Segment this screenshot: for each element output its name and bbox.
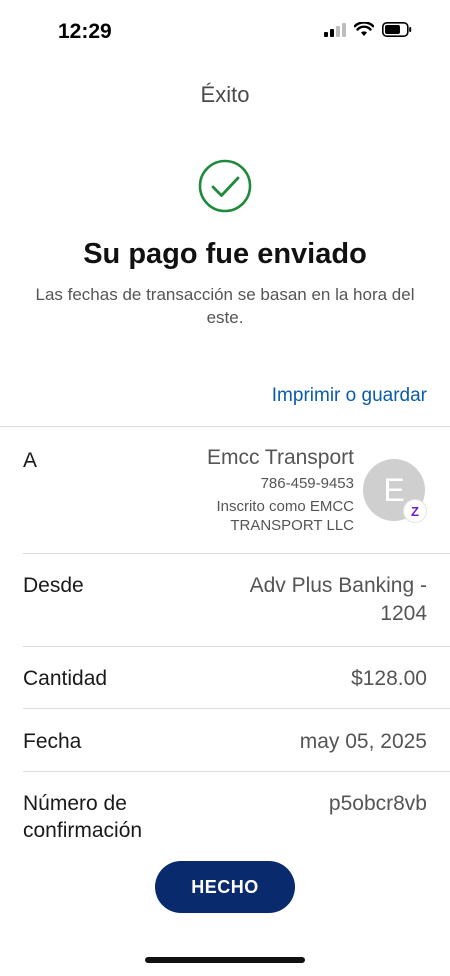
from-account-line1: Adv Plus Banking - — [249, 574, 427, 597]
date-label: Fecha — [23, 730, 82, 753]
confirmation-label-line1: Número de — [23, 792, 127, 815]
from-label: Desde — [23, 574, 84, 597]
payee-name: Emcc Transport — [206, 446, 354, 469]
page-title: Éxito — [200, 82, 250, 107]
timezone-note: Las fechas de transacción se basan en la… — [35, 285, 415, 327]
zelle-icon: Z — [404, 500, 426, 522]
home-indicator[interactable] — [145, 957, 305, 963]
confirmation-label-line2: confirmación — [23, 819, 143, 842]
divider — [23, 646, 450, 647]
to-label: A — [23, 449, 38, 472]
divider — [0, 426, 450, 427]
done-button[interactable]: HECHO — [155, 861, 295, 913]
status-icons — [324, 22, 412, 37]
success-headline: Su pago fue enviado — [83, 238, 367, 270]
amount-value: $128.00 — [351, 667, 427, 690]
divider — [23, 771, 450, 772]
payee-phone: 786-459-9453 — [260, 475, 354, 492]
amount-label: Cantidad — [23, 667, 108, 690]
divider — [23, 553, 450, 554]
payee-enrolled-line2: TRANSPORT LLC — [230, 517, 354, 534]
date-value: may 05, 2025 — [299, 730, 427, 753]
payee-enrolled-line1: Inscrito como EMCC — [216, 498, 354, 515]
divider — [23, 708, 450, 709]
confirmation-number: p5obcr8vb — [328, 792, 427, 815]
wifi-icon — [354, 22, 374, 36]
from-account-line2: 1204 — [380, 602, 427, 625]
print-or-save-link[interactable]: Imprimir o guardar — [272, 385, 427, 407]
status-time: 12:29 — [58, 20, 112, 43]
success-check-icon — [198, 159, 252, 213]
battery-icon — [382, 22, 412, 37]
status-bar: 12:29 — [0, 0, 450, 60]
cellular-signal-icon — [324, 22, 346, 37]
